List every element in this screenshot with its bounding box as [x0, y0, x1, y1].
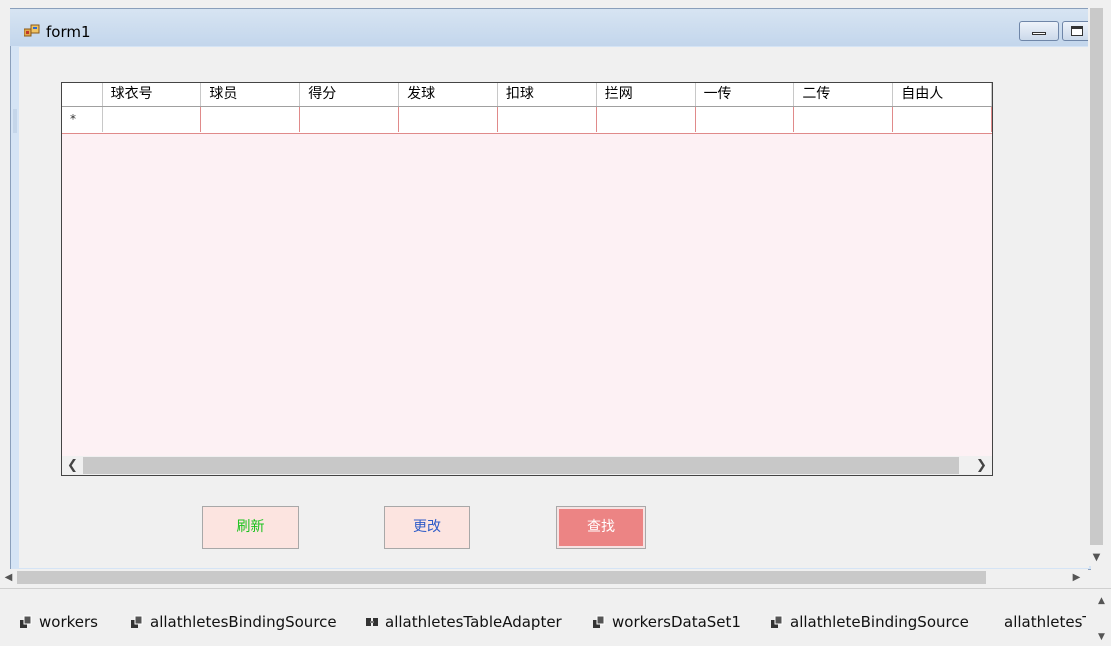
column-header-block[interactable]: 拦网 [597, 83, 696, 106]
table-cell[interactable] [893, 107, 992, 132]
maximize-icon [1071, 26, 1083, 36]
form-titlebar[interactable] [10, 9, 1090, 46]
column-header-libero[interactable]: 自由人 [893, 83, 993, 106]
bindingsource-icon [131, 615, 143, 628]
dataset-icon [593, 615, 605, 628]
table-cell[interactable] [498, 107, 597, 132]
tray-scrollbar[interactable]: ▲ ▼ [1093, 592, 1110, 645]
tray-item-label: allathleteBindingSource [790, 613, 969, 631]
form-left-border [11, 47, 19, 568]
tray-item-allathletes-table-adapter[interactable]: allathletesTableAdapter [365, 613, 562, 631]
table-cell[interactable] [201, 107, 301, 132]
table-row-new[interactable]: * [62, 107, 992, 134]
column-header-score[interactable]: 得分 [300, 83, 400, 106]
tray-item-label: allathletesTableAdapter [385, 613, 562, 631]
column-header-jersey-number[interactable]: 球衣号 [103, 83, 202, 106]
tray-item-label: allathletesTableAdapter1 [1004, 613, 1086, 631]
row-header[interactable]: * [62, 107, 103, 132]
scroll-left-icon[interactable]: ◀ [0, 569, 17, 586]
designer-vscroll-thumb[interactable] [1090, 8, 1103, 545]
grid-corner-header[interactable] [62, 83, 103, 106]
column-header-spike[interactable]: 扣球 [498, 83, 597, 106]
minimize-button[interactable] [1019, 21, 1059, 41]
tray-item-allathlete-binding-source[interactable]: allathleteBindingSource [770, 613, 969, 631]
tray-item-allathletes-table-adapter1[interactable]: allathletesTableAdapter1 [998, 613, 1086, 631]
tableadapter-icon [366, 618, 378, 626]
tray-item-allathletes-binding-source[interactable]: allathletesBindingSource [130, 613, 337, 631]
table-cell[interactable] [399, 107, 498, 132]
tray-item-workers[interactable]: workers [19, 613, 98, 631]
tray-item-label: workers [39, 613, 98, 631]
table-cell[interactable] [597, 107, 696, 132]
column-header-player[interactable]: 球员 [201, 83, 301, 106]
new-row-marker: * [70, 112, 76, 126]
scroll-up-icon[interactable]: ▲ [1093, 594, 1110, 608]
column-header-serve[interactable]: 发球 [399, 83, 498, 106]
tray-item-label: workersDataSet1 [612, 613, 741, 631]
table-cell[interactable] [103, 107, 202, 132]
column-header-first-pass[interactable]: 一传 [696, 83, 795, 106]
scroll-down-icon[interactable]: ▼ [1088, 549, 1105, 566]
table-cell[interactable] [794, 107, 894, 132]
form-title: form1 [46, 23, 91, 41]
designer-vertical-scrollbar[interactable]: ▼ [1088, 8, 1105, 566]
grid-scroll-thumb[interactable] [83, 457, 959, 474]
table-cell[interactable] [300, 107, 400, 132]
refresh-button[interactable]: 刷新 [202, 506, 299, 549]
scroll-left-icon[interactable]: ❮ [62, 456, 83, 475]
designer-horizontal-scrollbar[interactable]: ◀ ▶ [0, 569, 1088, 586]
resize-handle[interactable] [13, 109, 17, 133]
modify-button[interactable]: 更改 [384, 506, 470, 549]
data-grid-view[interactable]: 球衣号 球员 得分 发球 扣球 拦网 一传 二传 自由人 * ❮ ❯ [61, 82, 993, 476]
search-button[interactable]: 查找 [556, 506, 646, 549]
scroll-right-icon[interactable]: ❯ [971, 456, 992, 475]
scroll-down-icon[interactable]: ▼ [1093, 630, 1110, 644]
column-header-set[interactable]: 二传 [794, 83, 894, 106]
scroll-right-icon[interactable]: ▶ [1068, 569, 1085, 586]
table-cell[interactable] [696, 107, 795, 132]
tray-item-workers-dataset1[interactable]: workersDataSet1 [592, 613, 741, 631]
bindingsource-icon [771, 615, 783, 628]
designer-hscroll-thumb[interactable] [17, 571, 986, 584]
form-icon [24, 24, 40, 37]
grid-horizontal-scrollbar[interactable]: ❮ ❯ [62, 456, 992, 475]
grid-header-row: 球衣号 球员 得分 发球 扣球 拦网 一传 二传 自由人 [62, 83, 993, 107]
dataset-icon [20, 615, 32, 628]
tray-item-label: allathletesBindingSource [150, 613, 337, 631]
minimize-icon [1032, 32, 1046, 35]
